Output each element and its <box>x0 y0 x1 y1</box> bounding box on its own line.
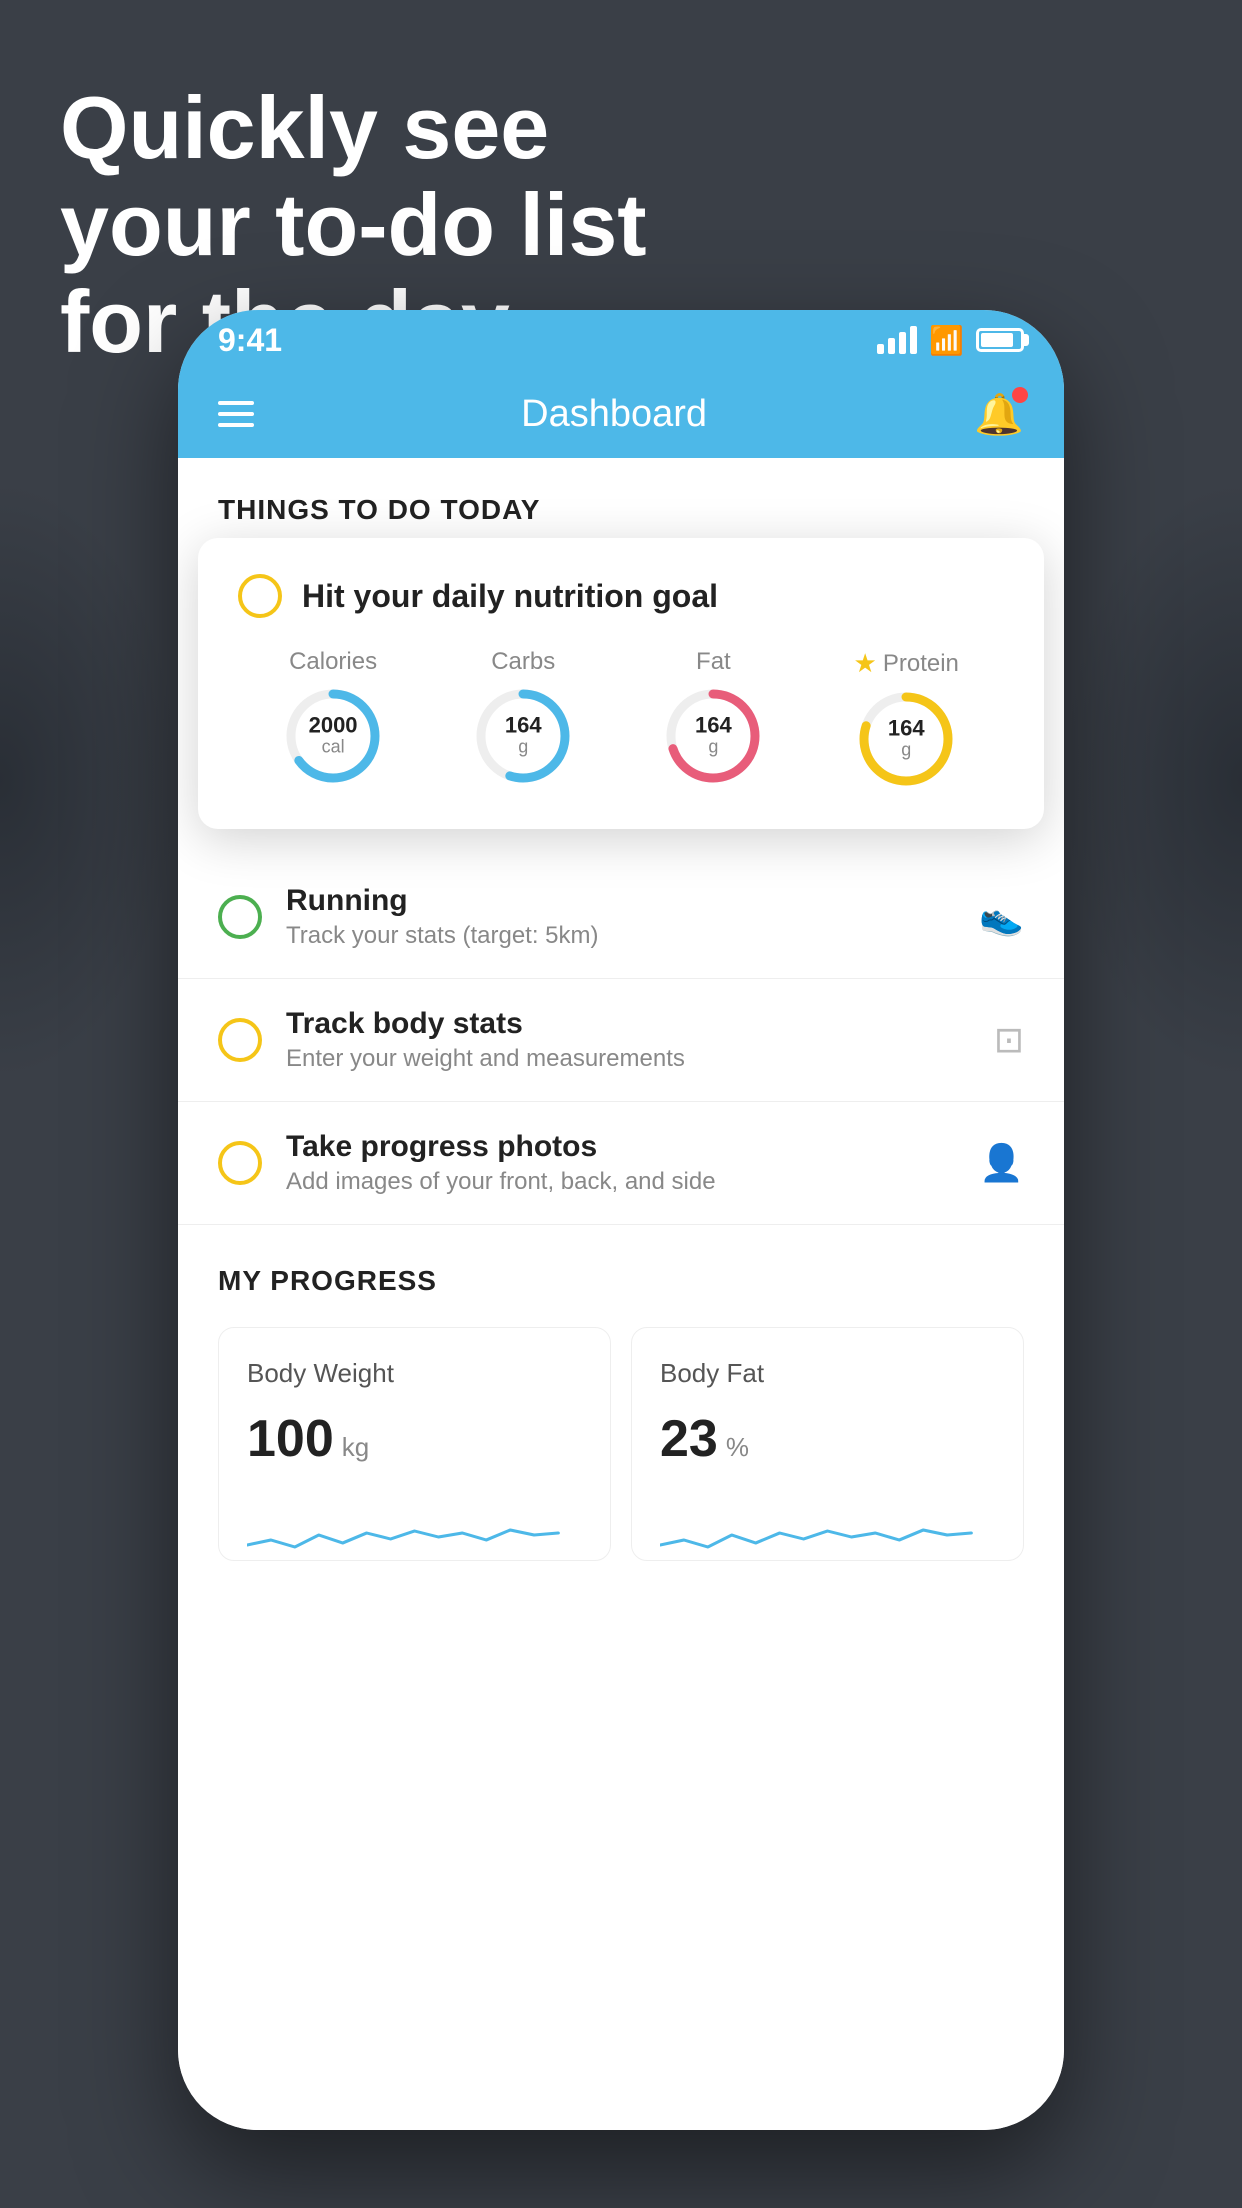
sparkline-chart <box>247 1495 582 1555</box>
app-header: Dashboard 🔔 <box>178 370 1064 458</box>
headline-line1: Quickly see <box>60 80 647 177</box>
todo-text: Track body stats Enter your weight and m… <box>286 1007 970 1073</box>
progress-value: 23 % <box>660 1409 995 1469</box>
scale-icon: ⊡ <box>994 1019 1024 1061</box>
todo-title: Track body stats <box>286 1007 970 1041</box>
donut-chart: 164 g <box>473 686 573 786</box>
shoe-icon: 👟 <box>979 896 1024 938</box>
status-bar: 9:41 📶 <box>178 310 1064 370</box>
donut-value: 164 <box>888 718 925 740</box>
nutrition-stats: Calories 2000 cal Carbs 164 g Fat 164 g … <box>238 648 1004 789</box>
progress-unit: % <box>726 1432 749 1463</box>
signal-icon <box>877 326 917 354</box>
donut-value: 164 <box>505 715 542 737</box>
donut-unit: cal <box>309 737 358 758</box>
donut-center: 164 g <box>505 715 542 758</box>
donut-chart: 164 g <box>663 686 763 786</box>
stat-item: Carbs 164 g <box>473 648 573 786</box>
todo-item[interactable]: Take progress photos Add images of your … <box>178 1102 1064 1225</box>
progress-number: 100 <box>247 1409 334 1469</box>
todo-subtitle: Enter your weight and measurements <box>286 1045 970 1073</box>
progress-card[interactable]: Body Fat 23 % <box>631 1327 1024 1561</box>
todo-subtitle: Add images of your front, back, and side <box>286 1168 955 1196</box>
things-section-header: THINGS TO DO TODAY <box>178 458 1064 546</box>
nutrition-check-circle[interactable] <box>238 574 282 618</box>
todo-title: Running <box>286 884 955 918</box>
progress-number: 23 <box>660 1409 718 1469</box>
stat-label-fat: Fat <box>696 648 731 676</box>
todo-list: Running Track your stats (target: 5km) 👟… <box>178 856 1064 1225</box>
todo-circle <box>218 895 262 939</box>
todo-circle <box>218 1141 262 1185</box>
hamburger-line <box>218 401 254 405</box>
person-icon: 👤 <box>979 1142 1024 1184</box>
progress-card-title: Body Fat <box>660 1358 995 1389</box>
donut-value: 164 <box>695 715 732 737</box>
phone-frame: 9:41 📶 Dashboard 🔔 TH <box>178 310 1064 2130</box>
todo-text: Take progress photos Add images of your … <box>286 1130 955 1196</box>
stat-item: Calories 2000 cal <box>283 648 383 786</box>
nutrition-title: Hit your daily nutrition goal <box>302 578 718 615</box>
donut-center: 164 g <box>888 718 925 761</box>
headline-line2: your to-do list <box>60 177 647 274</box>
donut-center: 2000 cal <box>309 715 358 758</box>
progress-unit: kg <box>342 1432 369 1463</box>
notification-bell[interactable]: 🔔 <box>974 391 1024 438</box>
todo-text: Running Track your stats (target: 5km) <box>286 884 955 950</box>
progress-value: 100 kg <box>247 1409 582 1469</box>
progress-card[interactable]: Body Weight 100 kg <box>218 1327 611 1561</box>
donut-chart: 2000 cal <box>283 686 383 786</box>
progress-card-title: Body Weight <box>247 1358 582 1389</box>
todo-item[interactable]: Track body stats Enter your weight and m… <box>178 979 1064 1102</box>
nutrition-card-header: Hit your daily nutrition goal <box>238 574 1004 618</box>
status-icons: 📶 <box>877 324 1024 357</box>
shadow-left <box>0 480 180 1080</box>
star-icon: ★ <box>854 648 877 679</box>
todo-subtitle: Track your stats (target: 5km) <box>286 922 955 950</box>
todo-title: Take progress photos <box>286 1130 955 1164</box>
stat-item: Fat 164 g <box>663 648 763 786</box>
hamburger-line <box>218 412 254 416</box>
sparkline-chart <box>660 1495 995 1555</box>
donut-unit: g <box>505 737 542 758</box>
shadow-right <box>1062 480 1242 1080</box>
todo-item[interactable]: Running Track your stats (target: 5km) 👟 <box>178 856 1064 979</box>
header-title: Dashboard <box>521 393 707 436</box>
donut-value: 2000 <box>309 715 358 737</box>
hamburger-icon[interactable] <box>218 401 254 427</box>
donut-chart: 164 g <box>856 689 956 789</box>
todo-circle <box>218 1018 262 1062</box>
donut-center: 164 g <box>695 715 732 758</box>
content-area: THINGS TO DO TODAY Hit your daily nutrit… <box>178 458 1064 2130</box>
donut-unit: g <box>888 740 925 761</box>
progress-header: MY PROGRESS <box>218 1265 1024 1297</box>
progress-section: MY PROGRESS Body Weight 100 kg Body Fat … <box>178 1225 1064 1581</box>
notification-dot <box>1012 387 1028 403</box>
progress-cards: Body Weight 100 kg Body Fat 23 % <box>218 1327 1024 1561</box>
wifi-icon: 📶 <box>929 324 964 357</box>
battery-icon <box>976 328 1024 352</box>
status-time: 9:41 <box>218 322 282 359</box>
stat-label-text: Protein <box>883 650 959 678</box>
stat-label-carbs: Carbs <box>491 648 555 676</box>
donut-unit: g <box>695 737 732 758</box>
stat-label-protein: ★Protein <box>854 648 959 679</box>
nutrition-card: Hit your daily nutrition goal Calories 2… <box>198 538 1044 829</box>
stat-item: ★Protein 164 g <box>854 648 959 789</box>
hamburger-line <box>218 423 254 427</box>
stat-label-calories: Calories <box>289 648 377 676</box>
